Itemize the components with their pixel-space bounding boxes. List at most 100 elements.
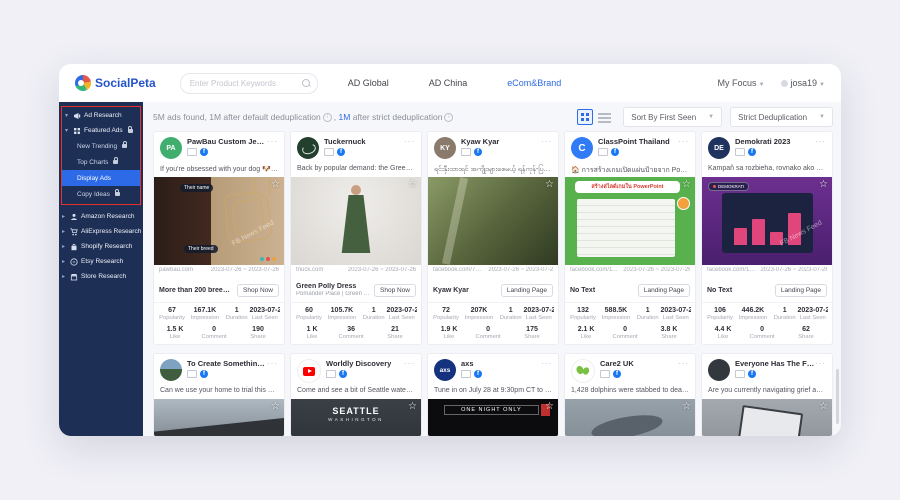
sidebar-item-amazon-research[interactable]: ▸ Amazon Research (59, 209, 143, 224)
sidebar-item-featured-ads[interactable]: ▾ Featured Ads (62, 123, 140, 138)
advertiser-avatar[interactable] (571, 359, 595, 383)
ad-domain[interactable]: facebook.com/10... (707, 267, 756, 278)
favorite-star-icon[interactable]: ☆ (682, 402, 691, 412)
advertiser-name[interactable]: ClassPoint Thailand (598, 137, 678, 146)
more-menu-button[interactable]: ··· (267, 359, 278, 368)
advertiser-name[interactable]: Kyaw Kyar (461, 137, 541, 146)
sidebar-item-shopify-research[interactable]: ▸ Shopify Research (59, 239, 143, 254)
search-icon[interactable] (302, 79, 310, 87)
favorite-star-icon[interactable]: ☆ (819, 402, 828, 412)
advertiser-avatar[interactable]: PA (160, 137, 182, 159)
advertiser-name[interactable]: Demokrati 2023 (735, 137, 815, 146)
ad-creative[interactable]: สร้างสไลด์เกมใน PowerPoint ☆ (565, 177, 695, 265)
cta-button[interactable]: Landing Page (638, 284, 690, 297)
search-input[interactable] (188, 78, 298, 89)
sidebar-item-etsy-research[interactable]: ▸ Etsy Research (59, 254, 143, 269)
advertiser-name[interactable]: To Create Something Exceptio... (187, 359, 267, 368)
ad-creative[interactable]: ONE NIGHT ONLY ☆ (428, 399, 558, 436)
advertiser-name[interactable]: Everyone Has The Freedom To... (735, 359, 815, 368)
ad-stats: 67Popularity 167.1KImpression 1Duration … (154, 303, 284, 321)
ad-creative[interactable]: ☆ (291, 177, 421, 265)
favorite-star-icon[interactable]: ☆ (271, 402, 280, 412)
more-menu-button[interactable]: ··· (815, 137, 826, 146)
cta-button[interactable]: Landing Page (501, 284, 553, 297)
sort-select[interactable]: Sort By First Seen▼ (623, 107, 722, 127)
nav-ecom-brand[interactable]: eCom&Brand (507, 78, 561, 88)
more-menu-button[interactable]: ··· (404, 137, 415, 146)
cta-button[interactable]: Shop Now (374, 284, 416, 297)
sidebar-item-copy-ideas[interactable]: Copy Ideas (62, 186, 140, 202)
socialpeta-logo[interactable]: SocialPeta (75, 75, 156, 91)
ad-domain[interactable]: pawbau.com (159, 267, 193, 278)
ad-domain[interactable]: tnuck.com (296, 267, 323, 278)
my-focus-menu[interactable]: My Focus▼ (718, 78, 765, 88)
more-menu-button[interactable]: ··· (267, 137, 278, 146)
more-menu-button[interactable]: ··· (815, 359, 826, 368)
ad-domain[interactable]: facebook.com/11... (570, 267, 619, 278)
sidebar-item-new-trending[interactable]: New Trending (62, 138, 140, 154)
sidebar-item-display-ads[interactable]: Display Ads (62, 170, 140, 186)
stat-like: 1.5 KLike (158, 326, 192, 340)
advertiser-avatar[interactable]: C (571, 137, 593, 159)
ad-creative[interactable]: ☆ (428, 177, 558, 265)
more-menu-button[interactable]: ··· (678, 359, 689, 368)
advertiser-avatar[interactable] (160, 359, 182, 381)
more-menu-button[interactable]: ··· (404, 359, 415, 368)
advertiser-avatar[interactable] (297, 359, 321, 383)
stat-share: 3.8 KShare (647, 326, 691, 340)
ad-creative[interactable]: DEMOKRATI FB News Feed ☆ (702, 177, 832, 265)
display-ad-type-icon (324, 148, 334, 156)
favorite-star-icon[interactable]: ☆ (545, 402, 554, 412)
ad-domain[interactable]: facebook.com/710... (433, 267, 484, 278)
ad-creative[interactable]: SEATTLE WASHINGTON ☆ (291, 399, 421, 436)
stat-share: 190Share (236, 326, 280, 340)
favorite-star-icon[interactable]: ☆ (271, 180, 280, 190)
info-icon[interactable]: i (444, 113, 453, 122)
stat-comment: 36Comment (329, 326, 373, 340)
scrollbar-thumb[interactable] (836, 369, 839, 424)
cta-button[interactable]: Landing Page (775, 284, 827, 297)
nav-ad-china[interactable]: AD China (429, 78, 468, 88)
advertiser-name[interactable]: Tuckernuck (324, 137, 404, 146)
favorite-star-icon[interactable]: ☆ (545, 180, 554, 190)
ad-creative[interactable]: ☆ (565, 399, 695, 436)
favorite-star-icon[interactable]: ☆ (408, 180, 417, 190)
advertiser-avatar[interactable]: DE (708, 137, 730, 159)
more-menu-button[interactable]: ··· (678, 137, 689, 146)
grid-view-icon[interactable] (577, 109, 593, 125)
favorite-star-icon[interactable]: ☆ (408, 402, 417, 412)
advertiser-avatar[interactable] (708, 359, 730, 381)
ad-creative[interactable]: ☆ (154, 399, 284, 436)
stat-duration: 1Duration (498, 307, 524, 321)
advertiser-name[interactable]: PawBau Custom Jewelry (187, 137, 267, 146)
ad-creative[interactable]: ☆ (702, 399, 832, 436)
logo-text: SocialPeta (95, 76, 156, 90)
dedup-select[interactable]: Strict Deduplication▼ (730, 107, 833, 127)
advertiser-name[interactable]: Care2 UK (600, 359, 678, 368)
facebook-icon: f (748, 370, 756, 378)
more-menu-button[interactable]: ··· (541, 137, 552, 146)
ad-text: 🏠 การสร้างเกมเปิดแผ่นป้ายจาก PowerPoint … (565, 163, 695, 177)
advertiser-avatar[interactable] (297, 137, 319, 159)
favorite-star-icon[interactable]: ☆ (819, 180, 828, 190)
cta-button[interactable]: Shop Now (237, 284, 279, 297)
more-menu-button[interactable]: ··· (541, 359, 552, 368)
advertiser-avatar[interactable]: KY (434, 137, 456, 159)
sidebar-item-store-research[interactable]: ▸ Store Research (59, 269, 143, 284)
sidebar-item-top-charts[interactable]: Top Charts (62, 154, 140, 170)
advertiser-name[interactable]: Worldly Discovery (326, 359, 404, 368)
list-view-icon[interactable] (598, 112, 611, 123)
advertiser-name[interactable]: axs (461, 359, 541, 368)
info-icon[interactable]: i (323, 113, 332, 122)
strict-count-link[interactable]: 1M (339, 112, 351, 122)
favorite-star-icon[interactable]: ☆ (682, 180, 691, 190)
advertiser-avatar[interactable]: axs (434, 359, 456, 381)
nav-ad-global[interactable]: AD Global (348, 78, 389, 88)
ad-creative[interactable]: Their name Their breed FB News Feed ☆ (154, 177, 284, 265)
display-ad-type-icon (187, 370, 197, 378)
sidebar-item-ad-research[interactable]: ▾ Ad Research (62, 108, 140, 123)
account-menu[interactable]: josa19▼ (781, 78, 825, 88)
ad-date-range: 2023-07-26 ~ 2023-07-26 (348, 267, 416, 278)
sidebar-item-aliexpress-research[interactable]: ▸ AliExpress Research (59, 224, 143, 239)
results-summary: 5M ads found, 1M after default deduplica… (153, 112, 321, 122)
